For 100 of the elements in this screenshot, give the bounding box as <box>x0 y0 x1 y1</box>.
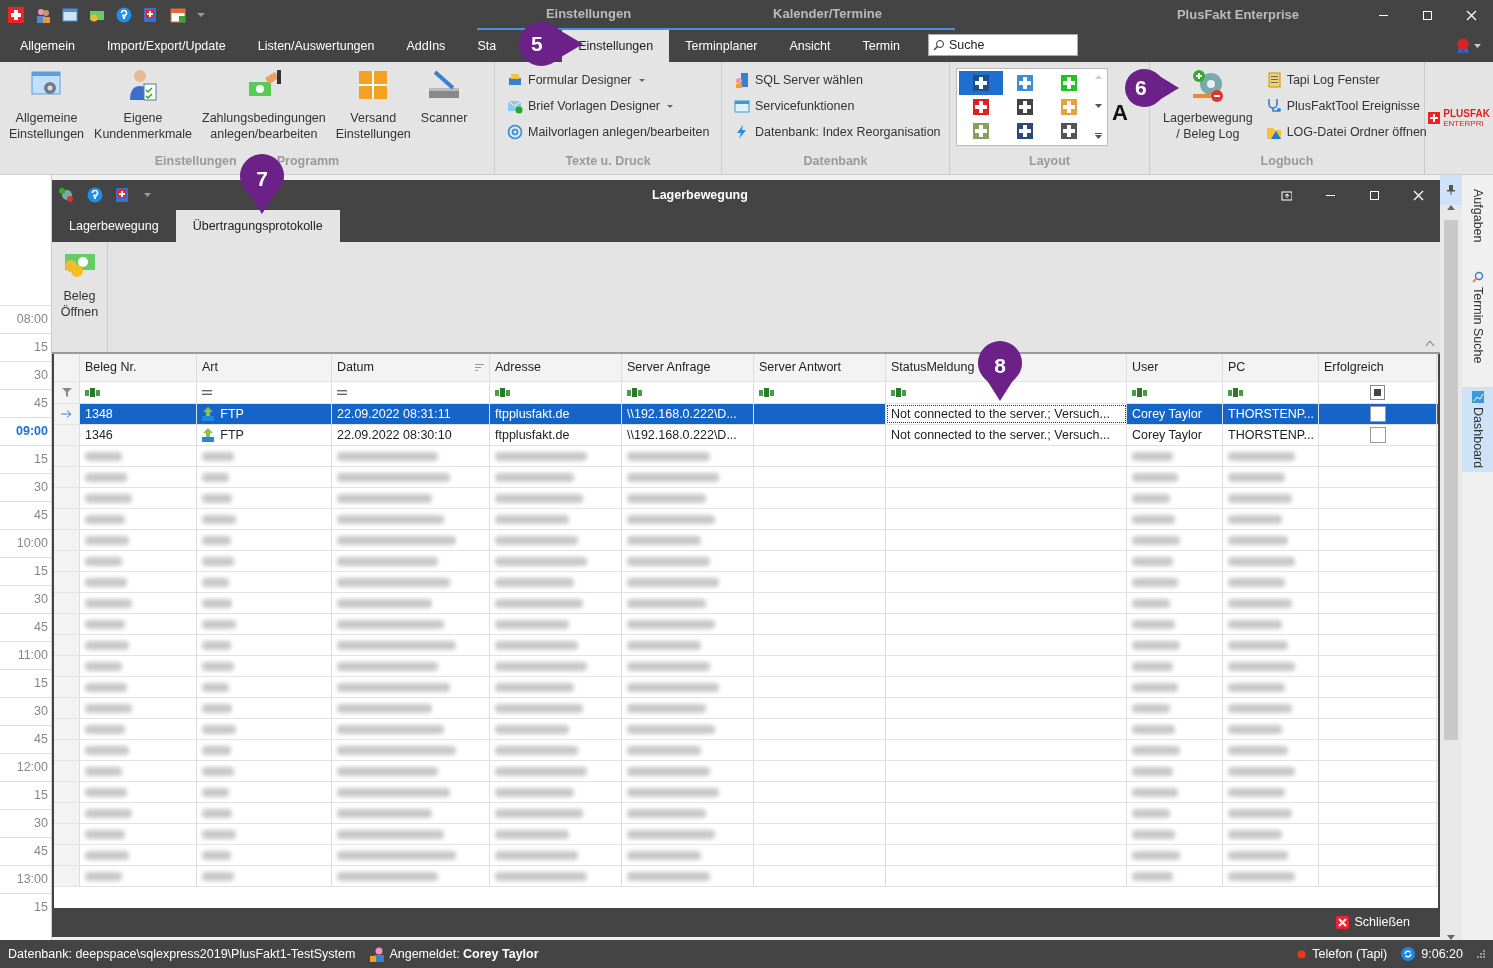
column-header-label[interactable]: Erfolgreich <box>1324 358 1384 377</box>
blurred-text <box>1132 598 1170 608</box>
column-header-label[interactable]: Beleg Nr. <box>85 358 137 377</box>
menu-tab[interactable]: Termin <box>846 30 916 62</box>
people-icon[interactable] <box>35 7 51 23</box>
ribbon-button[interactable]: SQL Server wählen <box>732 70 943 91</box>
document-plus-icon[interactable] <box>143 7 159 23</box>
text-filter-icon[interactable] <box>891 388 907 397</box>
ribbon-button[interactable]: Beleg Öffnen <box>60 250 99 320</box>
table-cell: 1348 <box>80 404 197 424</box>
ribbon-button[interactable]: Brief Vorlagen Designer <box>505 95 712 117</box>
ribbon-button[interactable]: Scanner <box>415 66 473 128</box>
close-button[interactable]: Schließen <box>1330 912 1416 933</box>
calendar-icon[interactable] <box>170 7 186 23</box>
table-cell: 1346 <box>80 425 197 445</box>
blurred-text <box>85 829 125 839</box>
scroll-down-icon[interactable] <box>1094 104 1102 108</box>
ribbon-button[interactable]: Mailvorlagen anlegen/bearbeiten <box>505 121 712 143</box>
equals-filter-icon[interactable] <box>337 390 347 395</box>
blurred-text <box>85 577 127 587</box>
window-icon[interactable] <box>62 7 78 23</box>
filter-checkbox[interactable] <box>1370 385 1385 400</box>
checkbox[interactable] <box>1369 427 1386 443</box>
restore-window-icon[interactable] <box>1280 189 1292 201</box>
ribbon-button[interactable]: Tapi Log Fenster <box>1263 70 1429 91</box>
filter-icon[interactable] <box>61 388 72 397</box>
blurred-text <box>1132 577 1178 587</box>
column-header-label[interactable]: StatusMeldung <box>891 358 975 377</box>
dropdown-caret-icon[interactable] <box>143 193 151 197</box>
text-filter-icon[interactable] <box>495 388 511 397</box>
ribbon-button[interactable]: PlusFaktTool Ereignisse <box>1263 95 1429 117</box>
table-cell: Corey Taylor <box>1127 404 1223 424</box>
time-slot-label: 10:00 <box>0 529 51 557</box>
column-header-label[interactable]: User <box>1132 358 1159 377</box>
column-header-label[interactable]: Server Antwort <box>759 358 841 377</box>
ribbon-button[interactable]: Allgemeine Einstellungen <box>4 66 90 144</box>
expand-gallery-icon[interactable] <box>1094 133 1102 139</box>
blurred-text <box>1228 577 1285 587</box>
theme-tile[interactable] <box>959 71 1003 95</box>
side-tab[interactable]: Aufgaben <box>1462 185 1493 247</box>
column-header-label[interactable]: PC <box>1228 358 1246 377</box>
search-field[interactable]: Suche <box>928 34 1078 56</box>
ribbon-button[interactable]: Servicefunktionen <box>732 95 943 117</box>
equals-filter-icon[interactable] <box>202 390 212 395</box>
ribbon-button[interactable]: Versand Einstellungen <box>330 66 416 144</box>
dropdown-caret-icon[interactable] <box>1473 44 1481 48</box>
text-filter-icon[interactable] <box>85 388 101 397</box>
maximize-icon[interactable] <box>1368 189 1380 201</box>
close-icon[interactable] <box>1465 9 1477 21</box>
gear-plus-minus-icon <box>1190 68 1225 102</box>
side-tab[interactable]: Termin Suche <box>1462 266 1493 367</box>
column-header-label[interactable]: Art <box>202 358 218 377</box>
app-title: PlusFakt Enterprise <box>1175 6 1301 25</box>
menu-tab[interactable]: Einstellungen <box>562 30 670 62</box>
menu-tab[interactable]: Listen/Auswertungen <box>241 30 391 62</box>
table-cell: THORSTENP... <box>1223 425 1319 445</box>
ribbon-button[interactable]: Datenbank: Index Reorganisation <box>732 121 943 143</box>
help-icon[interactable] <box>86 187 103 203</box>
help-icon[interactable] <box>116 7 132 23</box>
ribbon-button[interactable]: Formular Designer <box>505 70 712 91</box>
blurred-text <box>85 682 127 692</box>
table-cell: Corey Taylor <box>1127 425 1223 445</box>
menu-tab[interactable]: AddIns <box>390 30 462 62</box>
maximize-icon[interactable] <box>1421 9 1433 21</box>
gear-plus-minus-icon[interactable] <box>58 187 75 203</box>
blurred-text <box>1132 787 1178 797</box>
window-tab[interactable]: Übertragungsprotokolle <box>175 210 340 242</box>
checkbox[interactable] <box>1369 406 1386 422</box>
menu-tab[interactable]: Ansicht <box>773 30 847 62</box>
menu-tab[interactable]: Allgemein <box>4 30 91 62</box>
ribbon-button[interactable]: Zahlungsbedingungen anlegen/bearbeiten <box>197 66 331 144</box>
column-header-label[interactable]: Server Anfrage <box>627 358 711 377</box>
collapse-ribbon-icon[interactable] <box>1425 340 1434 346</box>
pin-button[interactable] <box>1440 175 1462 205</box>
menu-tab[interactable]: Terminplaner <box>669 30 774 62</box>
blurred-text <box>1132 619 1175 629</box>
time-slot-label: 45 <box>0 725 51 753</box>
time-slot-label: 45 <box>0 837 51 865</box>
text-filter-icon[interactable] <box>1132 388 1148 397</box>
text-filter-icon[interactable] <box>627 388 643 397</box>
blurred-text <box>1132 661 1173 671</box>
column-header-label[interactable]: Datum <box>337 358 374 377</box>
ribbon-button[interactable]: LOG-Datei Ordner öffnen <box>1263 121 1429 143</box>
blurred-text <box>85 598 132 608</box>
window-tab[interactable]: Lagerbewegung <box>52 210 176 242</box>
menu-tab[interactable]: Sta <box>461 30 499 62</box>
ribbon-button[interactable]: Eigene Kundenmerkmale <box>89 66 198 144</box>
dropdown-caret-icon[interactable] <box>197 13 205 17</box>
close-icon[interactable] <box>1412 189 1424 201</box>
blurred-text <box>1228 745 1288 755</box>
menu-tab[interactable]: Import/Export/Update <box>90 30 242 62</box>
side-tab[interactable]: Dashboard <box>1462 386 1493 473</box>
blurred-text <box>1132 871 1173 881</box>
column-header-label[interactable]: Adresse <box>495 358 541 377</box>
text-filter-icon[interactable] <box>759 388 775 397</box>
scrollbar-thumb[interactable] <box>1444 220 1458 740</box>
flag-icon[interactable] <box>8 7 24 23</box>
time-slot-label: 15 <box>0 781 51 809</box>
text-filter-icon[interactable] <box>1228 388 1244 397</box>
table-cell: ftpplusfakt.de <box>490 425 622 445</box>
